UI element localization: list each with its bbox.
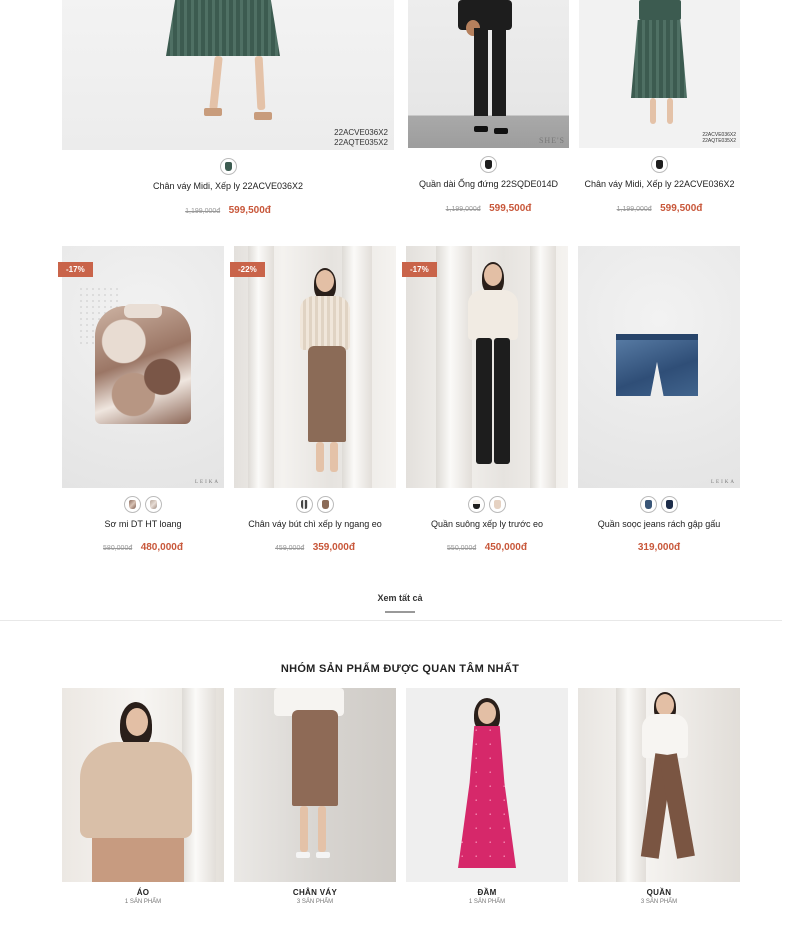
product-price: 550,000đ 450,000đ	[406, 537, 568, 555]
color-swatches	[406, 496, 568, 513]
old-price: 550,000đ	[447, 545, 477, 552]
product-price: 1,199,000đ 599,500đ	[62, 200, 394, 218]
color-swatch[interactable]	[480, 156, 497, 173]
old-price: 1,199,000đ	[445, 206, 481, 213]
category-count: 1 SẢN PHẨM	[468, 899, 506, 905]
product-name[interactable]: Chân váy bút chì xếp ly ngang eo	[234, 519, 396, 529]
product-image[interactable]: LEIKA	[578, 246, 740, 488]
product-card[interactable]: SHE'S Quần dài Ống đứng 22SQDE014D 1,199…	[408, 0, 569, 216]
product-image[interactable]	[406, 246, 568, 488]
color-swatch[interactable]	[317, 496, 334, 513]
brand-watermark: LEIKA	[195, 480, 220, 485]
product-price: 459,000đ 359,000đ	[234, 537, 396, 555]
category-image[interactable]	[62, 688, 224, 882]
category-card-chan-vay[interactable]: CHÂN VÁY 3 SẢN PHẨM	[234, 688, 396, 905]
color-swatch[interactable]	[124, 496, 141, 513]
product-image[interactable]	[234, 246, 396, 488]
product-price: 319,000đ	[578, 537, 740, 555]
sale-price: 450,000đ	[484, 542, 527, 553]
category-image[interactable]	[578, 688, 740, 882]
old-price: 1,199,000đ	[185, 208, 221, 215]
color-swatch[interactable]	[661, 496, 678, 513]
color-swatch[interactable]	[468, 496, 485, 513]
color-swatch[interactable]	[219, 158, 237, 175]
product-name[interactable]: Quần suông xếp ly trước eo	[406, 519, 568, 529]
category-name[interactable]: QUẦN	[578, 888, 740, 897]
discount-badge: -17%	[58, 262, 93, 277]
category-count: 3 SẢN PHẨM	[640, 899, 678, 905]
color-swatches	[578, 496, 740, 513]
category-count: 3 SẢN PHẨM	[296, 899, 334, 905]
sale-price: 599,500đ	[660, 203, 703, 214]
brand-watermark: SHE'S	[538, 136, 565, 145]
old-price: 459,000đ	[275, 545, 305, 552]
product-grid: LEIKA -17% Sơ mi DT HT loang 580,000đ 48…	[58, 246, 740, 556]
product-card[interactable]: 22ACVE036X2 22AQTE035X2 Chân váy Midi, X…	[579, 0, 740, 216]
product-price: 1,199,000đ 599,500đ	[408, 198, 569, 216]
brand-watermark: LEIKA	[711, 480, 736, 485]
top-product-row: 22ACVE036X2 22AQTE035X2 Chân váy Midi, X…	[0, 0, 800, 230]
section-divider	[0, 620, 782, 621]
category-card-dam[interactable]: ĐẦM 1 SẢN PHẨM	[406, 688, 568, 905]
product-price: 580,000đ 480,000đ	[62, 537, 224, 555]
color-swatch[interactable]	[296, 496, 313, 513]
color-swatch[interactable]	[489, 496, 506, 513]
product-code-label: 22ACVE036X2 22AQTE035X2	[702, 132, 736, 144]
product-code-label: 22ACVE036X2 22AQTE035X2	[334, 128, 388, 147]
product-card[interactable]: 22ACVE036X2 22AQTE035X2 Chân váy Midi, X…	[62, 0, 394, 218]
sale-price: 359,000đ	[312, 542, 355, 553]
old-price: 580,000đ	[103, 545, 133, 552]
product-card[interactable]: LEIKA Quần soọc jeans rách gập gấu 319,0…	[578, 246, 740, 555]
product-image[interactable]: SHE'S	[408, 0, 569, 148]
product-image[interactable]: 22ACVE036X2 22AQTE035X2	[62, 0, 394, 150]
color-swatches	[62, 158, 394, 175]
product-name[interactable]: Quần dài Ống đứng 22SQDE014D	[408, 179, 569, 189]
product-card[interactable]: -22% Chân váy bút chì xếp ly ngang eo 45…	[230, 246, 396, 555]
category-card-ao[interactable]: ÁO 1 SẢN PHẨM	[62, 688, 224, 905]
sale-price: 599,500đ	[228, 205, 271, 216]
category-name[interactable]: ÁO	[62, 888, 224, 897]
category-count: 1 SẢN PHẨM	[124, 899, 162, 905]
color-swatch[interactable]	[651, 156, 668, 173]
view-all-link-wrapper: Xem tất cả	[0, 588, 800, 613]
category-image[interactable]	[234, 688, 396, 882]
category-card-quan[interactable]: QUẦN 3 SẢN PHẨM	[578, 688, 740, 905]
sale-price: 480,000đ	[140, 542, 183, 553]
color-swatch[interactable]	[640, 496, 657, 513]
product-image[interactable]: 22ACVE036X2 22AQTE035X2	[579, 0, 740, 148]
sale-price: 599,500đ	[489, 203, 532, 214]
category-name[interactable]: CHÂN VÁY	[234, 888, 396, 897]
view-all-link[interactable]: Xem tất cả	[377, 593, 422, 603]
product-name[interactable]: Quần soọc jeans rách gập gấu	[578, 519, 740, 529]
view-all-underline	[385, 611, 415, 613]
product-card[interactable]: -17% Quần suông xếp ly trước eo 550,000đ…	[402, 246, 568, 555]
discount-badge: -22%	[230, 262, 265, 277]
product-price: 1,199,000đ 599,500đ	[579, 198, 740, 216]
categories-title: NHÓM SẢN PHẨM ĐƯỢC QUAN TÂM NHẤT	[280, 663, 520, 675]
product-name[interactable]: Chân váy Midi, Xếp ly 22ACVE036X2	[62, 181, 394, 191]
product-card[interactable]: LEIKA -17% Sơ mi DT HT loang 580,000đ 48…	[58, 246, 224, 555]
old-price: 1,199,000đ	[616, 206, 652, 213]
color-swatches	[579, 156, 740, 173]
discount-badge: -17%	[402, 262, 437, 277]
color-swatches	[234, 496, 396, 513]
product-name[interactable]: Chân váy Midi, Xếp ly 22ACVE036X2	[579, 179, 740, 189]
color-swatch[interactable]	[145, 496, 162, 513]
color-swatches	[62, 496, 224, 513]
color-swatches	[408, 156, 569, 173]
category-name[interactable]: ĐẦM	[406, 888, 568, 897]
product-image[interactable]: LEIKA	[62, 246, 224, 488]
category-image[interactable]	[406, 688, 568, 882]
sale-price: 319,000đ	[637, 542, 681, 553]
product-name[interactable]: Sơ mi DT HT loang	[62, 519, 224, 529]
